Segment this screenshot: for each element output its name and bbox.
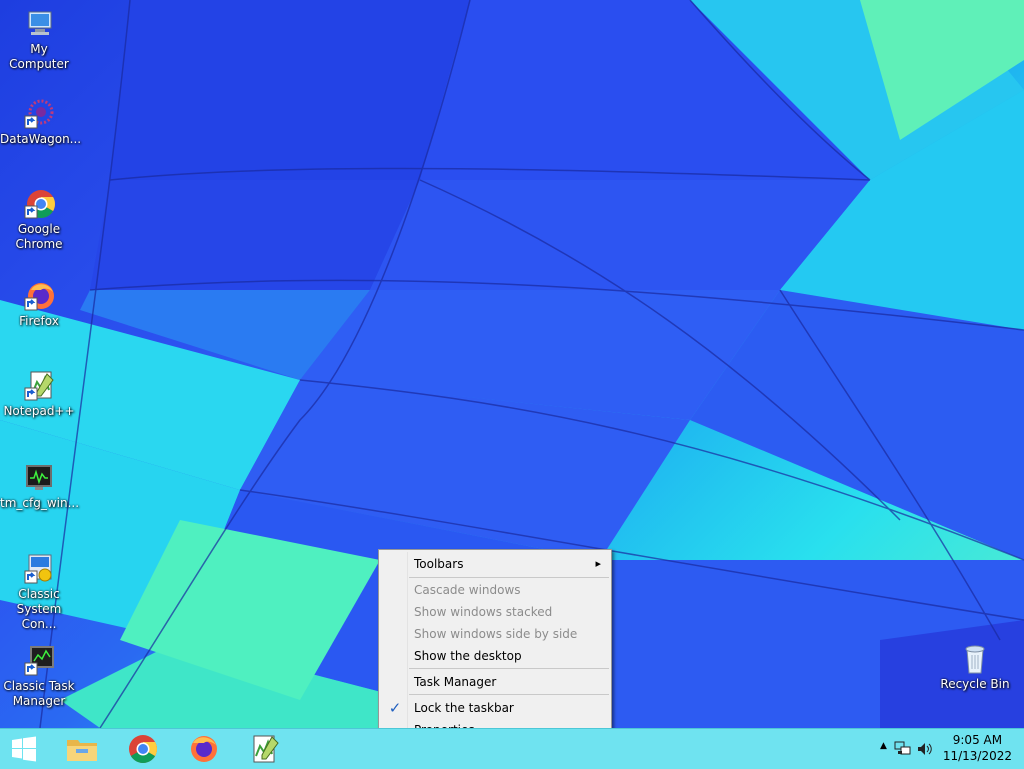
clock-time: 9:05 AM [952,733,1003,747]
menu-item-label: Toolbars [414,557,464,571]
desktop-icon-label: My Computer [9,42,69,71]
datawagon-shortcut-icon [24,99,54,129]
clock-date: 11/13/2022 [942,749,1012,763]
firefox-icon [191,736,217,762]
recycle-bin-icon [965,645,985,674]
desktop-icon-label: Notepad++ [3,404,75,418]
start-button[interactable] [0,729,48,769]
menu-separator [409,577,609,578]
taskbar-notepadpp[interactable] [237,729,293,769]
menu-item-show-windows-stacked[interactable]: Show windows stacked [379,601,611,623]
menu-item-label: Show the desktop [414,649,522,663]
file-explorer-icon [67,740,97,761]
menu-item-cascade-windows[interactable]: Cascade windows [379,579,611,601]
desktop-icon-label: tm_cfg_win... [0,496,80,510]
system-tray: ▲ 9:05 AM 11/13/2022 [864,729,1024,769]
menu-item-label: Lock the taskbar [414,701,514,715]
chrome-shortcut-icon [24,190,55,219]
taskbar-file-explorer[interactable] [54,729,110,769]
desktop-icon-classic-system-control[interactable]: Classic System Con... [0,553,78,632]
computer-icon [28,11,52,35]
check-mark-icon: ✓ [388,699,402,717]
desktop-icon-notepadpp[interactable]: Notepad++ [0,370,78,419]
desktop-icon-label: Classic System Con... [16,587,62,631]
menu-item-task-manager[interactable]: Task Manager [379,671,611,693]
menu-item-label: Show windows stacked [414,605,553,619]
menu-item-lock-the-taskbar[interactable]: ✓ Lock the taskbar [379,697,611,719]
tm-cfg-monitor-icon [26,465,52,490]
desktop-icon-classic-task-manager[interactable]: Classic Task Manager [0,645,78,709]
notepadpp-icon [253,735,279,763]
desktop-icon-datawagon[interactable]: DataWagon... [0,98,82,147]
menu-item-toolbars[interactable]: Toolbars ▸ [379,553,611,575]
desktop-icon-label: Google Chrome [15,222,63,251]
desktop-icon-firefox[interactable]: Firefox [0,280,78,329]
desktop-icon-my-computer[interactable]: My Computer [0,8,78,72]
menu-separator [409,694,609,695]
desktop-icon-label: Recycle Bin [940,677,1010,691]
desktop-icon-label: Firefox [19,314,59,328]
menu-item-label: Cascade windows [414,583,521,597]
menu-item-show-windows-side-by-side[interactable]: Show windows side by side [379,623,611,645]
desktop-icon-recycle-bin[interactable]: Recycle Bin [936,643,1014,692]
desktop-icon-label: Classic Task Manager [3,679,75,708]
submenu-arrow-icon: ▸ [595,557,601,570]
classic-task-manager-icon [24,646,54,676]
show-hidden-icons-chevron-icon[interactable]: ▲ [880,741,887,751]
volume-icon[interactable] [916,741,934,757]
start-windows-icon [12,736,36,762]
desktop-icon-tm-cfg[interactable]: tm_cfg_win... [0,462,80,511]
notepadpp-shortcut-icon [24,371,54,401]
firefox-shortcut-icon [24,283,54,311]
taskbar[interactable]: ▲ 9:05 AM 11/13/2022 [0,728,1024,769]
menu-separator [409,668,609,669]
menu-item-show-the-desktop[interactable]: Show the desktop [379,645,611,667]
classic-control-panel-icon [24,554,52,584]
menu-item-label: Task Manager [414,675,497,689]
network-icon[interactable] [894,741,912,757]
taskbar-context-menu: Toolbars ▸ Cascade windows Show windows … [378,549,612,744]
menu-item-label: Show windows side by side [414,627,578,641]
desktop-icon-google-chrome[interactable]: Google Chrome [0,188,78,252]
clock[interactable]: 9:05 AM 11/13/2022 [943,732,1012,764]
desktop-icon-label: DataWagon... [0,132,82,146]
taskbar-firefox[interactable] [176,729,232,769]
taskbar-chrome[interactable] [115,729,171,769]
chrome-icon [129,735,157,763]
